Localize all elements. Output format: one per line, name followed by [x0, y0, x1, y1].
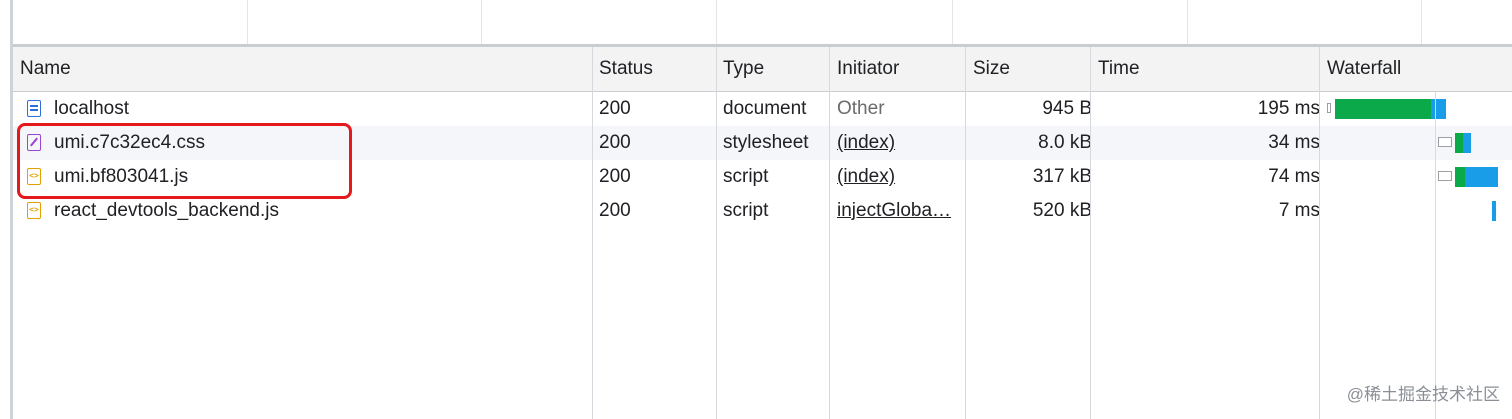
- table-row[interactable]: localhost 200 document Other 945 B 195 m…: [13, 92, 1512, 126]
- overview-gridline: [716, 0, 717, 44]
- request-size: 8.0 kB: [1038, 132, 1092, 153]
- waterfall-waiting-bar[interactable]: [1455, 167, 1465, 187]
- watermark: @稀土掘金技术社区: [1346, 385, 1500, 404]
- column-divider[interactable]: [1319, 47, 1320, 419]
- request-type: script: [723, 200, 769, 221]
- request-status: 200: [599, 132, 631, 153]
- overview-gridline: [247, 0, 248, 44]
- overview-gridline: [1187, 0, 1188, 44]
- script-icon: <>: [27, 202, 41, 219]
- waterfall-download-bar[interactable]: [1492, 201, 1496, 221]
- request-size: 317 kB: [1032, 166, 1092, 187]
- request-type: document: [723, 98, 807, 119]
- waterfall-download-bar[interactable]: [1463, 133, 1471, 153]
- request-initiator-link[interactable]: (index): [830, 160, 965, 194]
- document-icon: [27, 100, 41, 117]
- column-header-type[interactable]: Type: [716, 47, 823, 91]
- column-header-size[interactable]: Size: [966, 47, 1083, 91]
- column-header-name[interactable]: Name: [13, 47, 592, 91]
- column-header-waterfall[interactable]: Waterfall: [1320, 47, 1512, 91]
- request-initiator-link[interactable]: (index): [830, 126, 965, 160]
- request-status: 200: [599, 200, 631, 221]
- request-type: stylesheet: [723, 132, 809, 153]
- request-time: 74 ms: [1268, 166, 1320, 187]
- column-header-initiator[interactable]: Initiator: [830, 47, 957, 91]
- timeline-overview[interactable]: [13, 0, 1512, 44]
- highlight-annotation-box: [17, 123, 352, 199]
- request-initiator: Other: [837, 98, 885, 119]
- column-header-status[interactable]: Status: [592, 47, 709, 91]
- request-status: 200: [599, 166, 631, 187]
- column-divider[interactable]: [716, 47, 717, 419]
- request-name[interactable]: react_devtools_backend.js: [47, 194, 594, 228]
- waterfall-queue-bar: [1438, 137, 1452, 147]
- overview-gridline: [952, 0, 953, 44]
- column-divider[interactable]: [965, 47, 966, 419]
- request-time: 34 ms: [1268, 132, 1320, 153]
- table-row[interactable]: <> react_devtools_backend.js 200 script …: [13, 194, 1512, 228]
- column-header-time[interactable]: Time: [1091, 47, 1308, 91]
- waterfall-waiting-bar[interactable]: [1335, 99, 1431, 119]
- waterfall-waiting-bar[interactable]: [1455, 133, 1463, 153]
- network-request-table: Name Status Type Initiator Size Time Wat…: [13, 47, 1512, 419]
- request-time: 195 ms: [1257, 98, 1320, 119]
- waterfall-gridline: [1435, 92, 1436, 419]
- request-size: 945 B: [1042, 98, 1092, 119]
- column-divider[interactable]: [1090, 47, 1091, 419]
- request-status: 200: [599, 98, 631, 119]
- overview-gridline: [481, 0, 482, 44]
- request-time: 7 ms: [1278, 200, 1320, 221]
- request-initiator-link[interactable]: injectGloba…: [830, 194, 965, 228]
- column-divider[interactable]: [592, 47, 593, 419]
- waterfall-queue-bar: [1327, 103, 1331, 113]
- overview-gridline: [1421, 0, 1422, 44]
- request-size: 520 kB: [1032, 200, 1092, 221]
- table-header: Name Status Type Initiator Size Time Wat…: [13, 47, 1512, 92]
- column-divider[interactable]: [829, 47, 830, 419]
- waterfall-queue-bar: [1438, 171, 1452, 181]
- waterfall-download-bar[interactable]: [1431, 99, 1446, 119]
- waterfall-download-bar[interactable]: [1465, 167, 1498, 187]
- request-name[interactable]: localhost: [47, 92, 594, 126]
- request-type: script: [723, 166, 769, 187]
